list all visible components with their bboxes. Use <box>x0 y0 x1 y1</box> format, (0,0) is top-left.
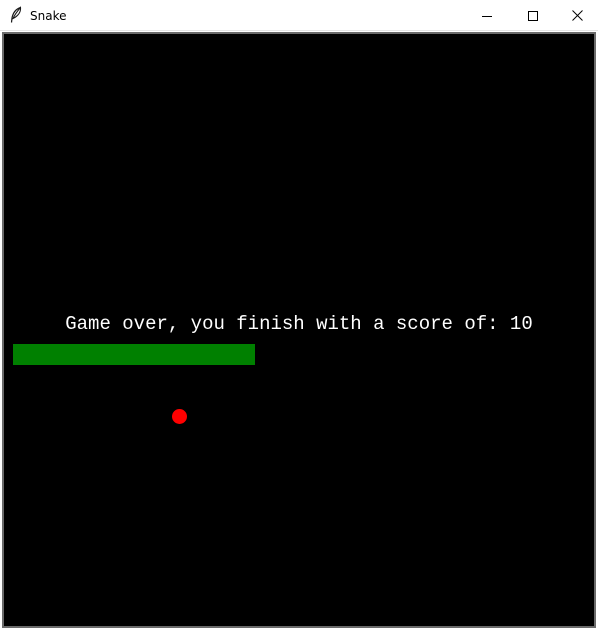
game-over-message: Game over, you finish with a score of: 1… <box>65 313 533 335</box>
food-apple <box>172 409 187 424</box>
maximize-icon <box>528 6 538 25</box>
game-canvas[interactable]: Game over, you finish with a score of: 1… <box>2 32 596 628</box>
snake-window: Snake Game over, you finish with a score… <box>0 0 598 630</box>
minimize-icon <box>482 6 492 25</box>
minimize-button[interactable] <box>464 0 510 30</box>
snake-body <box>13 344 255 365</box>
feather-icon <box>8 6 24 24</box>
close-icon <box>571 6 583 25</box>
close-button[interactable] <box>554 0 598 30</box>
title-bar[interactable]: Snake <box>0 0 598 31</box>
window-title: Snake <box>30 9 67 23</box>
maximize-button[interactable] <box>510 0 556 30</box>
